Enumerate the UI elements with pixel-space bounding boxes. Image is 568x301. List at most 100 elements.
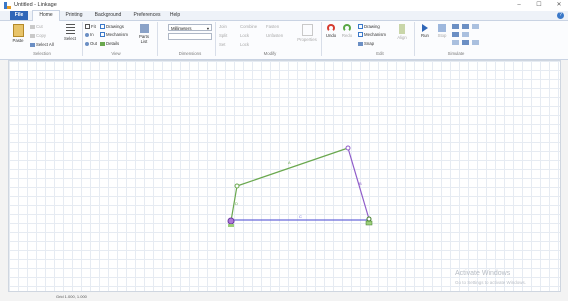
edit-mechanism-checkbox[interactable]: Mechanism <box>358 32 386 38</box>
tab-home[interactable]: Home <box>32 10 60 21</box>
tab-preferences[interactable]: Preferences <box>128 11 166 20</box>
zoom-in-icon <box>85 32 89 37</box>
window-title: Untitled - Linkage <box>14 2 57 8</box>
play-icon <box>422 24 428 32</box>
details-button[interactable]: Details <box>100 41 119 46</box>
tab-background[interactable]: Background <box>90 11 126 20</box>
split-button[interactable]: Split <box>219 33 227 38</box>
details-icon <box>100 41 105 46</box>
unfasten-label: Unfasten <box>266 33 284 38</box>
close-button[interactable]: ✕ <box>552 1 566 10</box>
mechanism-drawing[interactable]: A B C D <box>9 61 560 291</box>
tab-file[interactable]: File <box>10 11 28 20</box>
run-button[interactable]: Run <box>418 24 432 38</box>
undo-label: Undo <box>325 33 337 38</box>
select-all-button[interactable]: Select All <box>30 42 54 47</box>
units-dropdown[interactable]: Millimeters ▾ <box>168 24 212 31</box>
snap-label: Snap <box>364 41 375 46</box>
zoom-fit-button[interactable]: Fit <box>85 24 96 30</box>
cut-label: Cut <box>36 24 43 29</box>
dimension-input[interactable] <box>168 33 212 40</box>
redo-button[interactable]: Redo <box>340 24 354 38</box>
stop-icon <box>438 24 446 32</box>
units-value: Millimeters <box>171 26 192 31</box>
redo-label: Redo <box>341 33 353 38</box>
unfasten-button[interactable]: Unfasten <box>266 33 283 38</box>
minimize-button[interactable]: – <box>512 1 526 10</box>
simulation-tools <box>452 24 488 46</box>
stop-button[interactable]: Stop <box>435 24 449 38</box>
select-label: Select <box>64 36 76 41</box>
group-divider <box>321 22 322 56</box>
combine-label: Combine <box>240 24 258 29</box>
properties-label: Properties <box>297 37 317 42</box>
parts-list-button[interactable]: Parts List <box>136 24 152 44</box>
drawings-checkbox[interactable]: Drawings <box>100 24 124 30</box>
drawing-canvas[interactable]: A B C D <box>8 60 561 292</box>
input-crank-joint[interactable] <box>227 217 235 225</box>
slow-icon[interactable] <box>452 40 459 45</box>
record-icon[interactable] <box>462 40 469 45</box>
properties-icon <box>301 24 313 36</box>
pause-icon[interactable] <box>452 32 459 37</box>
paste-icon <box>12 24 24 37</box>
copy-button[interactable]: Copy <box>30 33 46 38</box>
select-all-icon <box>30 42 35 47</box>
help-icon[interactable]: ? <box>557 12 564 19</box>
drawings-label: Drawings <box>106 24 124 29</box>
split-label: Split <box>219 33 228 38</box>
lock-2-label: Lock <box>240 42 250 47</box>
activation-watermark-title: Activate Windows <box>455 270 511 277</box>
stop-label: Stop <box>437 33 447 38</box>
drawing-label: Drawing <box>364 24 380 29</box>
group-label-edit: Edit <box>376 51 384 56</box>
joint-circle[interactable] <box>345 145 351 151</box>
status-text: Grid 1.000, 1.000 <box>56 294 87 299</box>
lock-button[interactable]: Lock <box>240 33 249 38</box>
combine-button[interactable]: Combine <box>240 24 257 29</box>
lock-label: Lock <box>240 33 250 38</box>
join-button[interactable]: Join <box>219 24 227 29</box>
properties-button[interactable]: Properties <box>296 24 318 42</box>
group-label-view: View <box>111 51 121 56</box>
reset-icon[interactable] <box>472 40 479 45</box>
link-label: A <box>288 160 291 165</box>
lock-2-button[interactable]: Lock <box>240 42 249 47</box>
anchor-ground-icon <box>228 224 234 227</box>
group-label-modify: Modify <box>263 51 277 56</box>
group-divider <box>414 22 415 56</box>
align-button[interactable]: Align <box>394 24 410 40</box>
tab-printing[interactable]: Printing <box>60 11 88 20</box>
checkbox-checked-icon <box>358 24 363 30</box>
cut-icon <box>30 24 35 29</box>
tab-help[interactable]: Help <box>166 11 184 20</box>
zoom-in-button[interactable]: In <box>85 32 94 37</box>
undo-button[interactable]: Undo <box>324 24 338 38</box>
zoom-out-button[interactable]: Out <box>85 41 97 46</box>
paste-button[interactable]: Paste <box>10 24 26 43</box>
joint-circle[interactable] <box>366 216 372 222</box>
maximize-button[interactable]: ☐ <box>532 1 546 10</box>
drawing-checkbox[interactable]: Drawing <box>358 24 380 30</box>
fasten-button[interactable]: Fasten <box>266 24 279 29</box>
group-divider <box>215 22 216 56</box>
run-label: Run <box>421 33 429 38</box>
joint-circle[interactable] <box>234 183 240 189</box>
set-button[interactable]: Set <box>219 42 225 47</box>
select-button[interactable]: Select <box>62 24 78 41</box>
snap-dropdown[interactable]: Snap <box>358 41 374 46</box>
step-back-icon[interactable] <box>452 24 459 29</box>
step-forward-icon[interactable] <box>462 24 469 29</box>
mechanism-checkbox[interactable]: Mechanism <box>100 32 128 38</box>
undo-icon <box>327 24 335 32</box>
group-divider <box>82 22 83 56</box>
link-label: B <box>359 181 362 186</box>
cut-button[interactable]: Cut <box>30 24 43 29</box>
loop-icon[interactable] <box>462 32 469 37</box>
fast-forward-icon[interactable] <box>472 24 479 29</box>
chevron-down-icon: ▾ <box>206 26 209 31</box>
details-label: Details <box>106 41 120 46</box>
out-label: Out <box>90 41 97 46</box>
activation-watermark-subtitle: Go to Settings to activate Windows. <box>455 280 527 285</box>
link-line[interactable] <box>236 147 349 187</box>
